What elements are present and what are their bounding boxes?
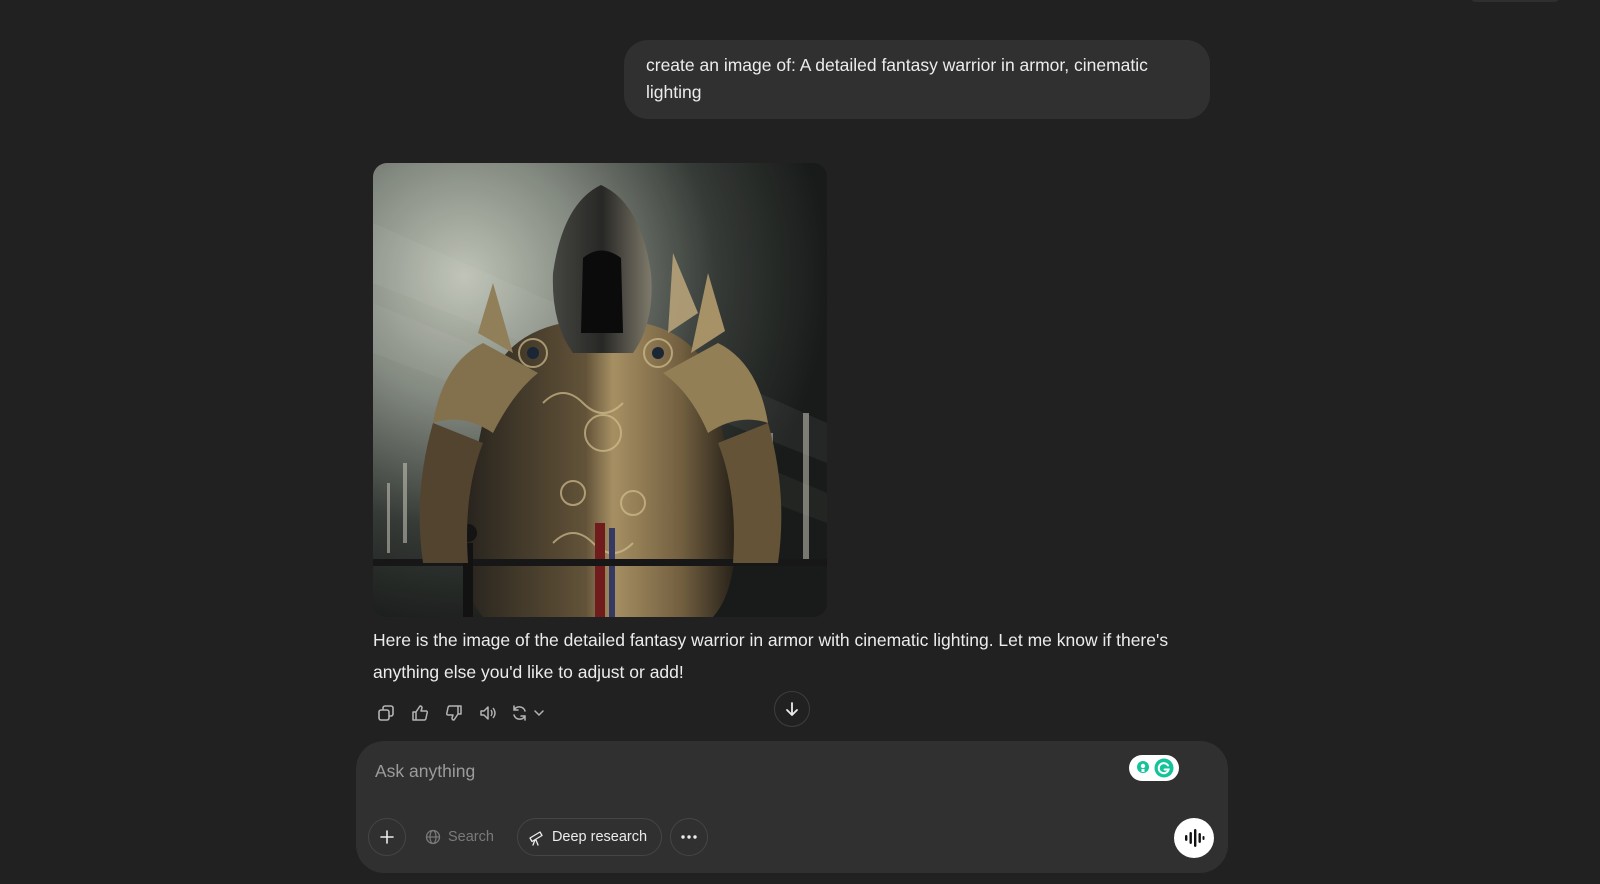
thumbs-up-icon — [412, 705, 428, 721]
thumbs-down-button[interactable] — [441, 700, 467, 726]
search-label: Search — [448, 829, 494, 845]
generated-image[interactable] — [373, 163, 827, 617]
chat-app: create an image of: A detailed fantasy w… — [0, 0, 1600, 884]
prompt-input[interactable] — [373, 755, 1077, 787]
thumbs-down-icon — [446, 705, 462, 721]
user-message-bubble: create an image of: A detailed fantasy w… — [624, 40, 1210, 119]
regenerate-button[interactable] — [509, 700, 549, 726]
message-actions — [373, 700, 549, 726]
voice-mode-button[interactable] — [1174, 818, 1214, 858]
more-tools-button[interactable] — [670, 818, 709, 856]
search-button[interactable]: Search — [414, 818, 509, 856]
read-aloud-button[interactable] — [475, 700, 501, 726]
assistant-message-text: Here is the image of the detailed fantas… — [373, 630, 1169, 682]
user-message-text: create an image of: A detailed fantasy w… — [646, 55, 1148, 102]
thumbs-up-button[interactable] — [407, 700, 433, 726]
copy-icon — [378, 705, 394, 721]
attach-button[interactable] — [368, 818, 406, 856]
grammarly-bulb-icon — [1136, 761, 1149, 773]
voice-wave-icon — [1185, 829, 1205, 847]
speaker-icon — [480, 706, 496, 720]
plus-icon — [380, 830, 394, 844]
composer: Search Deep research — [356, 741, 1228, 873]
arrow-down-icon — [786, 702, 798, 716]
deep-research-button[interactable]: Deep research — [516, 818, 663, 856]
ellipsis-icon — [681, 835, 697, 839]
warrior-illustration — [373, 163, 827, 617]
deep-research-label: Deep research — [551, 829, 648, 845]
top-menu-pill[interactable] — [1470, 0, 1560, 2]
telescope-icon — [529, 830, 543, 846]
composer-tools: Search Deep research — [368, 818, 709, 856]
refresh-icon — [513, 705, 544, 721]
copy-button[interactable] — [373, 700, 399, 726]
scroll-to-bottom-button[interactable] — [774, 691, 810, 727]
globe-icon — [425, 829, 441, 845]
grammarly-g-icon — [1154, 758, 1173, 778]
grammarly-widget[interactable] — [1129, 755, 1179, 781]
